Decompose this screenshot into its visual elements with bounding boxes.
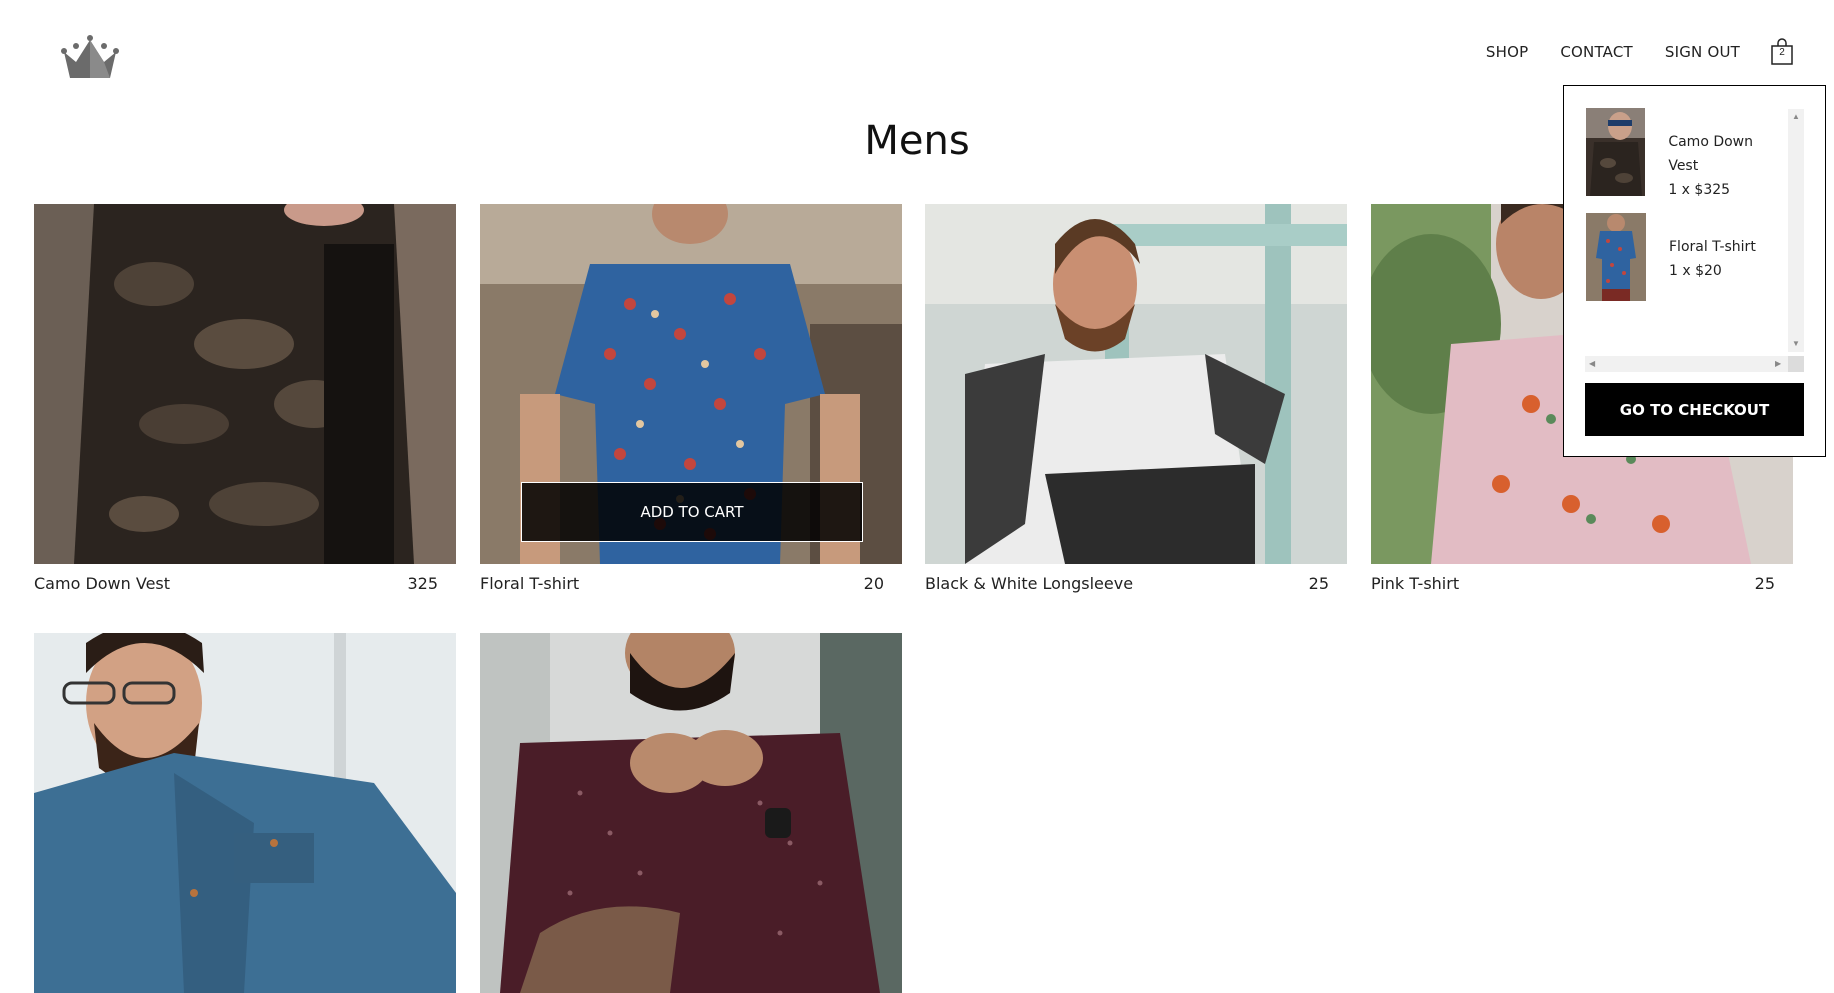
cart-item-qty-price: 1 x $20: [1669, 263, 1722, 279]
cart-items-list: Camo Down Vest 1 x $325 Floral T-shirt 1…: [1586, 108, 1786, 348]
cart-item: Camo Down Vest 1 x $325: [1586, 108, 1786, 202]
shopping-bag-icon[interactable]: 2: [1770, 38, 1794, 66]
cart-item-image: [1586, 108, 1646, 196]
main-nav: SHOP CONTACT SIGN OUT 2: [1454, 38, 1794, 66]
product-card[interactable]: Black & White Longsleeve 25: [925, 204, 1347, 593]
cart-item-qty-price: 1 x $325: [1668, 182, 1731, 198]
cart-item: Floral T-shirt 1 x $20: [1586, 213, 1756, 301]
cart-vertical-scrollbar[interactable]: ▲ ▼: [1788, 109, 1804, 352]
product-info: Floral T-shirt 20: [480, 574, 884, 593]
cart-horizontal-scrollbar[interactable]: ◀ ▶: [1585, 356, 1788, 372]
scroll-right-icon[interactable]: ▶: [1775, 360, 1781, 368]
product-image[interactable]: ADD TO CART: [480, 204, 902, 564]
cart-item-name: Floral T-shirt: [1669, 239, 1756, 255]
product-image[interactable]: [34, 633, 456, 993]
product-image[interactable]: [480, 633, 902, 993]
product-image[interactable]: [925, 204, 1347, 564]
product-card[interactable]: [34, 633, 456, 993]
nav-shop-link[interactable]: SHOP: [1486, 43, 1528, 61]
cart-item-image: [1586, 213, 1646, 301]
product-info: Camo Down Vest 325: [34, 574, 438, 593]
product-card[interactable]: [480, 633, 902, 993]
cart-item-details: Floral T-shirt 1 x $20: [1669, 235, 1756, 301]
page-title: Mens: [864, 118, 970, 164]
product-name: Black & White Longsleeve: [925, 574, 1134, 593]
product-image[interactable]: [34, 204, 456, 564]
product-card[interactable]: ADD TO CART Floral T-shirt 20: [480, 204, 902, 593]
scroll-up-icon[interactable]: ▲: [1792, 113, 1800, 121]
product-price: 20: [863, 574, 884, 593]
nav-signout-link[interactable]: SIGN OUT: [1665, 43, 1740, 61]
scrollbar-corner: [1788, 356, 1804, 372]
product-info: Pink T-shirt 25: [1371, 574, 1775, 593]
nav-contact-link[interactable]: CONTACT: [1560, 43, 1633, 61]
cart-item-details: Camo Down Vest 1 x $325: [1668, 130, 1786, 202]
cart-count: 2: [1779, 47, 1785, 58]
product-price: 25: [1754, 574, 1775, 593]
go-to-checkout-button[interactable]: GO TO CHECKOUT: [1585, 383, 1804, 436]
product-name: Pink T-shirt: [1371, 574, 1460, 593]
add-to-cart-button[interactable]: ADD TO CART: [521, 482, 863, 542]
product-name: Floral T-shirt: [480, 574, 580, 593]
product-price: 325: [407, 574, 438, 593]
product-card[interactable]: Camo Down Vest 325: [34, 204, 456, 593]
cart-item-name: Camo Down Vest: [1668, 134, 1754, 174]
scroll-down-icon[interactable]: ▼: [1792, 340, 1800, 348]
scroll-left-icon[interactable]: ◀: [1589, 360, 1595, 368]
product-info: Black & White Longsleeve 25: [925, 574, 1329, 593]
product-name: Camo Down Vest: [34, 574, 171, 593]
crown-logo-icon[interactable]: [60, 34, 120, 82]
product-price: 25: [1308, 574, 1329, 593]
